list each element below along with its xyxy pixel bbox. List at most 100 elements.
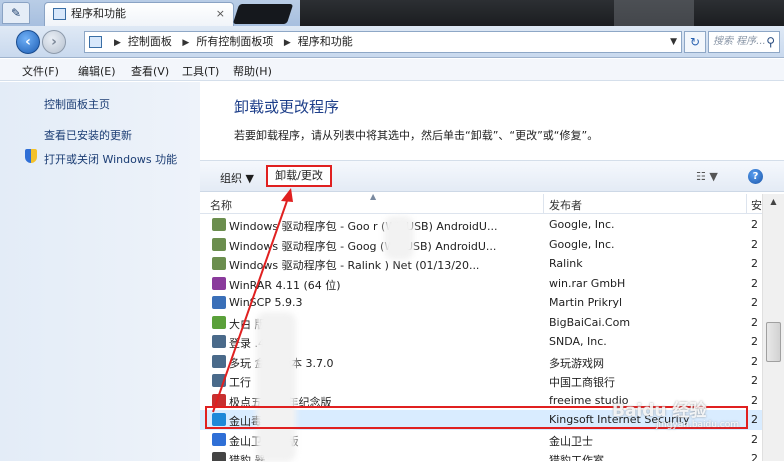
program-install-date: 2: [751, 335, 758, 348]
menu-file[interactable]: 文件(F): [22, 63, 59, 79]
program-install-date: 2: [751, 432, 758, 446]
search-placeholder: 搜索 程序...: [713, 36, 766, 47]
program-icon: [212, 218, 226, 231]
sort-up-icon: ▲: [370, 192, 377, 201]
column-divider[interactable]: [543, 194, 544, 214]
program-publisher: win.rar GmbH: [549, 276, 626, 290]
command-bar: 组织 ▼ 卸载/更改 ☷ ▼ ?: [200, 160, 784, 192]
program-publisher: 多玩游戏网: [549, 356, 604, 370]
breadcrumb-item[interactable]: 控制面板: [128, 35, 172, 48]
program-name: WinRAR 4.11 (64 位): [229, 278, 341, 292]
menu-view[interactable]: 查看(V): [131, 63, 169, 79]
forward-button[interactable]: ›: [42, 30, 66, 54]
program-publisher: Martin Prikryl: [549, 296, 623, 309]
page-subtitle: 若要卸载程序，请从列表中将其选中，然后单击“卸载”、“更改”或“修复”。: [234, 129, 599, 142]
table-row[interactable]: Windows 驱动程序包 - Goo r (WinUSB) AndroidU.…: [200, 215, 762, 235]
program-icon: [212, 315, 226, 329]
table-row[interactable]: WinSCP 5.9.3 Martin Prikryl 2: [200, 293, 762, 313]
program-icon: [212, 276, 226, 290]
menu-tools[interactable]: 工具(T): [182, 63, 219, 79]
program-install-date: 2: [751, 257, 758, 270]
scroll-thumb[interactable]: [766, 322, 781, 362]
program-icon: [212, 237, 226, 251]
program-publisher: freeime studio: [549, 393, 629, 407]
program-install-date: 2: [751, 374, 758, 387]
program-install-date: 2: [751, 276, 758, 290]
program-publisher: Ralink: [549, 257, 583, 270]
chevron-down-icon[interactable]: ▼: [670, 32, 677, 52]
new-tab-button[interactable]: [232, 4, 294, 24]
tab-strip: ✎ 程序和功能 ×: [0, 0, 784, 26]
program-publisher: BigBaiCai.Com: [549, 315, 631, 329]
table-row[interactable]: Windows 驱动程序包 - Ralink ) Net (01/13/20..…: [200, 254, 762, 274]
program-install-date: 2: [751, 315, 758, 329]
program-icon: [212, 354, 226, 368]
program-publisher: SNDA, Inc.: [549, 335, 607, 348]
breadcrumb[interactable]: ▶ 控制面板 ▶ 所有控制面板项 ▶ 程序和功能 ▼: [84, 31, 682, 53]
close-icon[interactable]: ×: [216, 3, 225, 25]
column-divider[interactable]: [746, 194, 747, 214]
program-install-date: 2: [751, 354, 758, 368]
sidebar-item-control-panel-home[interactable]: 控制面板主页: [44, 96, 110, 112]
blur-patch: [256, 312, 296, 462]
program-install-date: 2: [751, 218, 758, 231]
control-panel-icon: [53, 8, 66, 20]
search-input[interactable]: 搜索 程序... ⚲: [708, 31, 780, 53]
table-row[interactable]: Windows 驱动程序包 - Goog (WinUSB) AndroidU..…: [200, 235, 762, 255]
tab-title: 程序和功能: [71, 7, 126, 20]
program-name: Windows 驱动程序包 - Ralink ) Net (01/13/20..…: [229, 259, 480, 272]
back-button[interactable]: ‹: [16, 30, 40, 54]
vertical-scrollbar[interactable]: ▲: [762, 194, 784, 461]
control-panel-icon: [89, 36, 102, 48]
breadcrumb-item[interactable]: 程序和功能: [298, 35, 353, 48]
help-icon[interactable]: ?: [748, 169, 763, 184]
program-install-date: 2: [751, 452, 758, 461]
scroll-up-icon[interactable]: ▲: [763, 194, 784, 210]
sidebar: 控制面板主页 查看已安装的更新 打开或关闭 Windows 功能: [0, 82, 200, 461]
column-name[interactable]: 名称: [210, 197, 232, 213]
address-bar: ‹ › ▶ 控制面板 ▶ 所有控制面板项 ▶ 程序和功能 ▼ ↻ 搜索 程序... ⚲: [0, 26, 784, 58]
page-title: 卸载或更改程序: [234, 98, 340, 116]
program-publisher: Google, Inc.: [549, 237, 615, 251]
chevron-right-icon: ▶: [114, 38, 121, 48]
shield-icon: [25, 149, 37, 163]
chevron-right-icon: ▶: [283, 38, 291, 48]
uninstall-change-button[interactable]: 卸载/更改: [266, 165, 332, 187]
chevron-right-icon: ▶: [182, 38, 190, 48]
program-install-date: 2: [751, 237, 758, 251]
program-install-date: 2: [751, 413, 758, 426]
program-publisher: 金山卫士: [549, 434, 593, 448]
wrench-icon[interactable]: ✎: [2, 2, 30, 24]
sidebar-item-view-updates[interactable]: 查看已安装的更新: [44, 127, 132, 143]
program-icon: [212, 374, 226, 387]
program-install-date: 2: [751, 393, 758, 407]
program-icon: [212, 452, 226, 461]
column-installed-on[interactable]: 安: [751, 197, 762, 213]
breadcrumb-item[interactable]: 所有控制面板项: [196, 35, 273, 48]
program-icon: [212, 432, 226, 446]
program-icon: [212, 335, 226, 348]
desktop-background: [300, 0, 784, 26]
program-icon: [212, 257, 226, 270]
search-icon[interactable]: ⚲: [766, 32, 775, 52]
column-publisher[interactable]: 发布者: [549, 197, 582, 213]
organize-button[interactable]: 组织 ▼: [220, 170, 254, 186]
program-publisher: 中国工商银行: [549, 376, 615, 389]
menu-help[interactable]: 帮助(H): [233, 63, 272, 79]
sidebar-item-windows-features[interactable]: 打开或关闭 Windows 功能: [44, 151, 177, 167]
menu-bar: 文件(F) 编辑(E) 查看(V) 工具(T) 帮助(H): [0, 59, 784, 81]
program-icon: [212, 393, 226, 407]
program-publisher: Google, Inc.: [549, 218, 615, 231]
table-row[interactable]: WinRAR 4.11 (64 位) win.rar GmbH 2: [200, 274, 762, 294]
program-name: WinSCP 5.9.3: [229, 296, 303, 309]
program-publisher: 猎豹工作室: [549, 454, 604, 461]
blur-patch: [384, 216, 414, 260]
program-icon: [212, 296, 226, 309]
refresh-button[interactable]: ↻: [684, 31, 706, 53]
tab-programs-features[interactable]: 程序和功能 ×: [44, 2, 234, 26]
table-header: ▲ 名称 发布者 安: [200, 192, 762, 214]
view-options-button[interactable]: ☷ ▼: [696, 170, 718, 183]
menu-edit[interactable]: 编辑(E): [78, 63, 116, 79]
program-install-date: 2: [751, 296, 758, 309]
program-publisher: Kingsoft Internet Security: [549, 413, 690, 426]
